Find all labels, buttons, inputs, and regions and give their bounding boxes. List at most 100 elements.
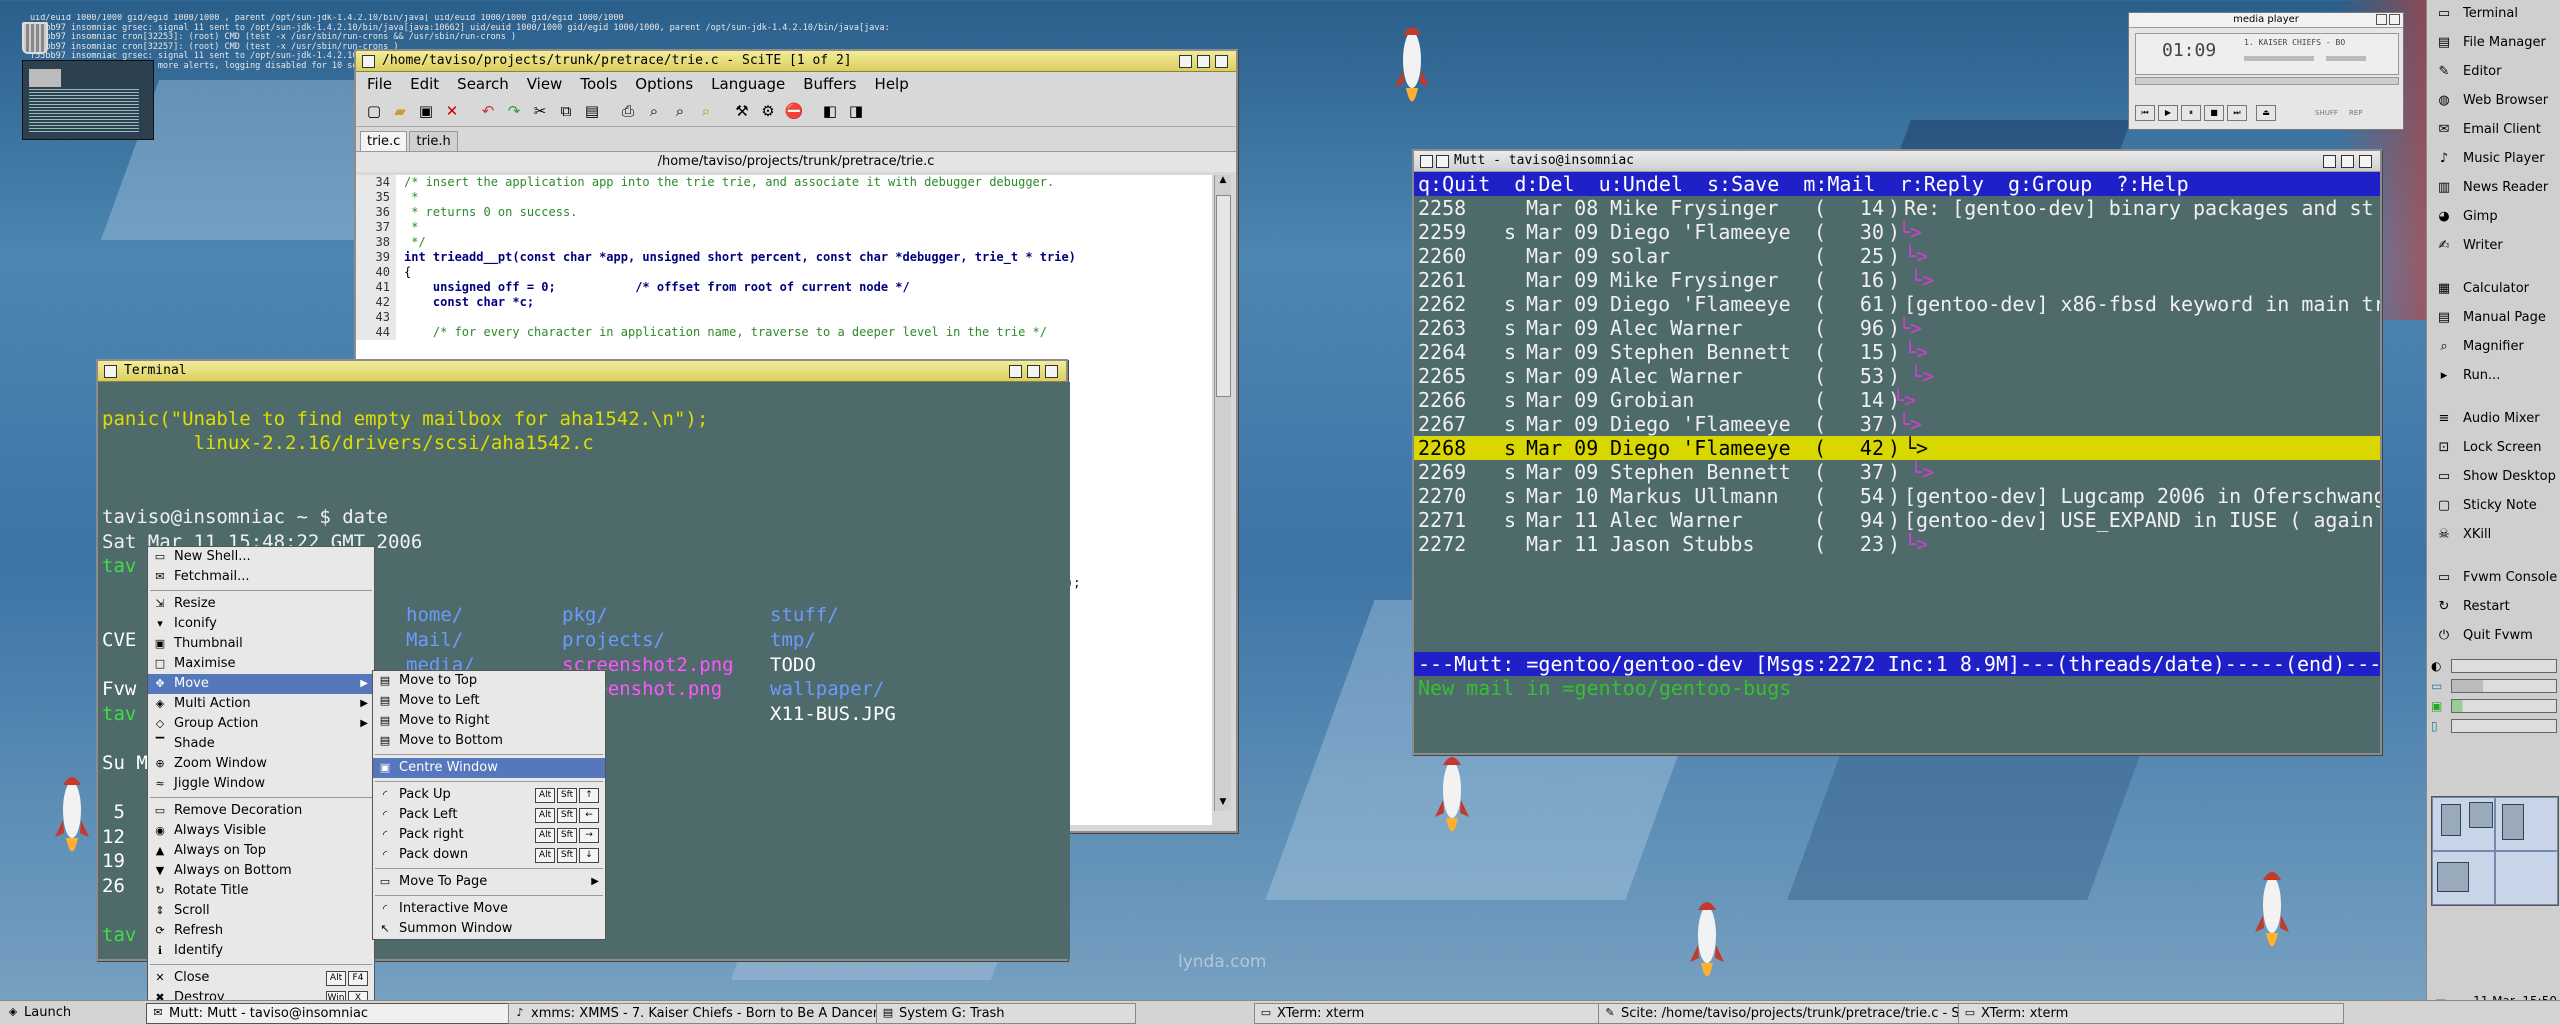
- menu-item-move-to-bottom[interactable]: ▤ Move to Bottom: [373, 731, 605, 751]
- menu-item-maximise[interactable]: □ Maximise: [148, 654, 374, 674]
- trash-icon[interactable]: [22, 22, 48, 54]
- panel-button-editor[interactable]: ✎ Editor: [2427, 58, 2560, 87]
- menu-item-remove-decoration[interactable]: ▭ Remove Decoration: [148, 801, 374, 821]
- panel-button-news-reader[interactable]: ▥ News Reader: [2427, 174, 2560, 203]
- redo-icon[interactable]: ↷: [504, 101, 524, 121]
- menu-item-move[interactable]: ✥ Move ▶: [148, 674, 374, 694]
- mutt-message-row[interactable]: 2266 s Mar 09 Grobian 14() └>: [1414, 388, 2380, 412]
- iconify-button[interactable]: [2323, 155, 2336, 168]
- panel-button-audio-mixer[interactable]: ≡ Audio Mixer: [2427, 405, 2560, 434]
- open-folder-icon[interactable]: ▰: [390, 101, 410, 121]
- close-button[interactable]: [1215, 55, 1228, 68]
- mutt-message-row[interactable]: 2260 Mar 09 solar 25 () └>: [1414, 244, 2380, 268]
- window-menu-button[interactable]: [1420, 155, 1433, 168]
- menu-item-always-on-top[interactable]: ▲ Always on Top: [148, 841, 374, 861]
- menu-item-jiggle-window[interactable]: ≈ Jiggle Window: [148, 774, 374, 794]
- find-next-icon[interactable]: ⌕: [670, 101, 690, 121]
- menu-item-multi-action[interactable]: ◈ Multi Action ▶: [148, 694, 374, 714]
- taskbar-item[interactable]: ✉ Mutt: Mutt - taviso@insomniac: [146, 1003, 520, 1024]
- cut-icon[interactable]: ✂: [530, 101, 550, 121]
- panel-button-music-player[interactable]: ♪ Music Player: [2427, 145, 2560, 174]
- panel-button-file-manager[interactable]: ▤ File Manager: [2427, 29, 2560, 58]
- menu-tools[interactable]: Tools: [571, 72, 626, 96]
- panel-button-terminal[interactable]: ▭ Terminal: [2427, 0, 2560, 29]
- taskbar-item[interactable]: ▭ XTerm: xterm: [1254, 1003, 1618, 1024]
- panel-button-sticky-note[interactable]: ▢ Sticky Note: [2427, 492, 2560, 521]
- menu-edit[interactable]: Edit: [401, 72, 448, 96]
- close-button[interactable]: [2359, 155, 2372, 168]
- maximize-button[interactable]: [1027, 365, 1040, 378]
- menu-item-interactive-move[interactable]: ◜ Interactive Move: [373, 899, 605, 919]
- panel-button-writer[interactable]: ✍ Writer: [2427, 232, 2560, 261]
- menu-item-pack-down[interactable]: ◜ Pack down Alt Sft ↓: [373, 845, 605, 865]
- tab-trie-c[interactable]: trie.c: [360, 131, 408, 151]
- menu-help[interactable]: Help: [866, 72, 918, 96]
- mutt-screen[interactable]: q:Quit d:Del u:Undel s:Save m:Mail r:Rep…: [1414, 172, 2380, 753]
- close-button[interactable]: [1045, 365, 1058, 378]
- close-file-icon[interactable]: ✕: [442, 101, 462, 121]
- menu-item-scroll[interactable]: ⇕ Scroll: [148, 901, 374, 921]
- taskbar-item[interactable]: ✎ Scite: /home/taviso/projects/trunk/pret…: [1598, 1003, 1980, 1024]
- mutt-message-row[interactable]: 2259 s Mar 09 Diego 'Flameeye 30() └>: [1414, 220, 2380, 244]
- menu-item-pack-left[interactable]: ◜ Pack Left Alt Sft ←: [373, 805, 605, 825]
- panel-button-magnifier[interactable]: ⌕ Magnifier: [2427, 333, 2560, 362]
- menu-item-new-shell[interactable]: ▭ New Shell...: [148, 547, 374, 567]
- desktop-pager-thumbnail[interactable]: [22, 60, 154, 140]
- menu-item-group-action[interactable]: ◇ Group Action ▶: [148, 714, 374, 734]
- previous-buffer-icon[interactable]: ◧: [820, 101, 840, 121]
- mutt-message-row[interactable]: 2264 s Mar 09 Stephen Bennett 15 () └>: [1414, 340, 2380, 364]
- menu-item-fetchmail[interactable]: ✉ Fetchmail...: [148, 567, 374, 587]
- iconify-button[interactable]: [1009, 365, 1022, 378]
- stop-icon[interactable]: ⛔: [784, 101, 804, 121]
- mutt-titlebar[interactable]: Mutt - taviso@insomniac: [1414, 151, 2380, 172]
- panel-button-calculator[interactable]: ▦ Calculator: [2427, 275, 2560, 304]
- next-buffer-icon[interactable]: ◨: [846, 101, 866, 121]
- menu-item-shade[interactable]: ▔ Shade: [148, 734, 374, 754]
- mutt-message-row[interactable]: 2272 Mar 11 Jason Stubbs 23 () └>: [1414, 532, 2380, 556]
- menu-item-pack-right[interactable]: ◜ Pack right Alt Sft →: [373, 825, 605, 845]
- menu-item-always-on-bottom[interactable]: ▼ Always on Bottom: [148, 861, 374, 881]
- taskbar-item[interactable]: ▤ System G: Trash: [876, 1003, 1136, 1024]
- eject-icon[interactable]: ⏏: [2256, 105, 2276, 121]
- balance-slider[interactable]: [2326, 56, 2366, 61]
- menu-options[interactable]: Options: [626, 72, 702, 96]
- menu-item-close[interactable]: ✕ Close Alt F4: [148, 968, 374, 988]
- scite-titlebar[interactable]: /home/taviso/projects/trunk/pretrace/tri…: [356, 51, 1236, 72]
- menu-item-thumbnail[interactable]: ▣ Thumbnail: [148, 634, 374, 654]
- iconify-button[interactable]: [1179, 55, 1192, 68]
- panel-button-lock-screen[interactable]: ⊡ Lock Screen: [2427, 434, 2560, 463]
- menu-language[interactable]: Language: [702, 72, 794, 96]
- panel-button-show-desktop[interactable]: ▭ Show Desktop: [2427, 463, 2560, 492]
- menu-view[interactable]: View: [518, 72, 572, 96]
- launch-button[interactable]: ◈ Launch: [2, 1003, 158, 1022]
- play-icon[interactable]: ▶: [2158, 105, 2178, 121]
- mutt-message-row[interactable]: 2267 s Mar 09 Diego 'Flameeye 37() └>: [1414, 412, 2380, 436]
- mutt-message-row[interactable]: 2263 s Mar 09 Alec Warner 96() └>: [1414, 316, 2380, 340]
- shade-icon[interactable]: [2376, 14, 2387, 25]
- window-menu-button[interactable]: [104, 365, 117, 378]
- tab-trie-h[interactable]: trie.h: [409, 131, 458, 151]
- close-icon[interactable]: [2389, 14, 2400, 25]
- menu-item-centre-window[interactable]: ▣ Centre Window: [373, 758, 605, 778]
- mutt-message-row[interactable]: 2269 s Mar 09 Stephen Bennett 37 () └>: [1414, 460, 2380, 484]
- menu-item-iconify[interactable]: ▾ Iconify: [148, 614, 374, 634]
- maximize-button[interactable]: [1197, 55, 1210, 68]
- menu-item-move-to-left[interactable]: ▤ Move to Left: [373, 691, 605, 711]
- menu-item-rotate-title[interactable]: ↻ Rotate Title: [148, 881, 374, 901]
- menu-item-move-to-page[interactable]: ▭ Move To Page ▶: [373, 872, 605, 892]
- menu-item-zoom-window[interactable]: ⊕ Zoom Window: [148, 754, 374, 774]
- repeat-button[interactable]: REP: [2349, 109, 2363, 117]
- panel-button-gimp[interactable]: ◕ Gimp: [2427, 203, 2560, 232]
- menu-buffers[interactable]: Buffers: [794, 72, 865, 96]
- print-icon[interactable]: ⎙: [618, 101, 638, 121]
- next-icon[interactable]: ⏭: [2227, 105, 2247, 121]
- panel-button-web-browser[interactable]: ◍ Web Browser: [2427, 87, 2560, 116]
- taskbar-item[interactable]: ▭ XTerm: xterm: [1958, 1003, 2344, 1024]
- panel-button-manual-page[interactable]: ▤ Manual Page: [2427, 304, 2560, 333]
- previous-icon[interactable]: ⏮: [2135, 105, 2155, 121]
- panel-button-restart[interactable]: ↻ Restart: [2427, 593, 2560, 622]
- mutt-message-row[interactable]: 2261 Mar 09 Mike Frysinger 16 () └>: [1414, 268, 2380, 292]
- mutt-message-row[interactable]: 2270 s Mar 10 Markus Ullmann 54 [gentoo-dev]…: [1414, 484, 2380, 508]
- scroll-thumb[interactable]: [1216, 195, 1231, 397]
- menu-item-identify[interactable]: ℹ Identify: [148, 941, 374, 961]
